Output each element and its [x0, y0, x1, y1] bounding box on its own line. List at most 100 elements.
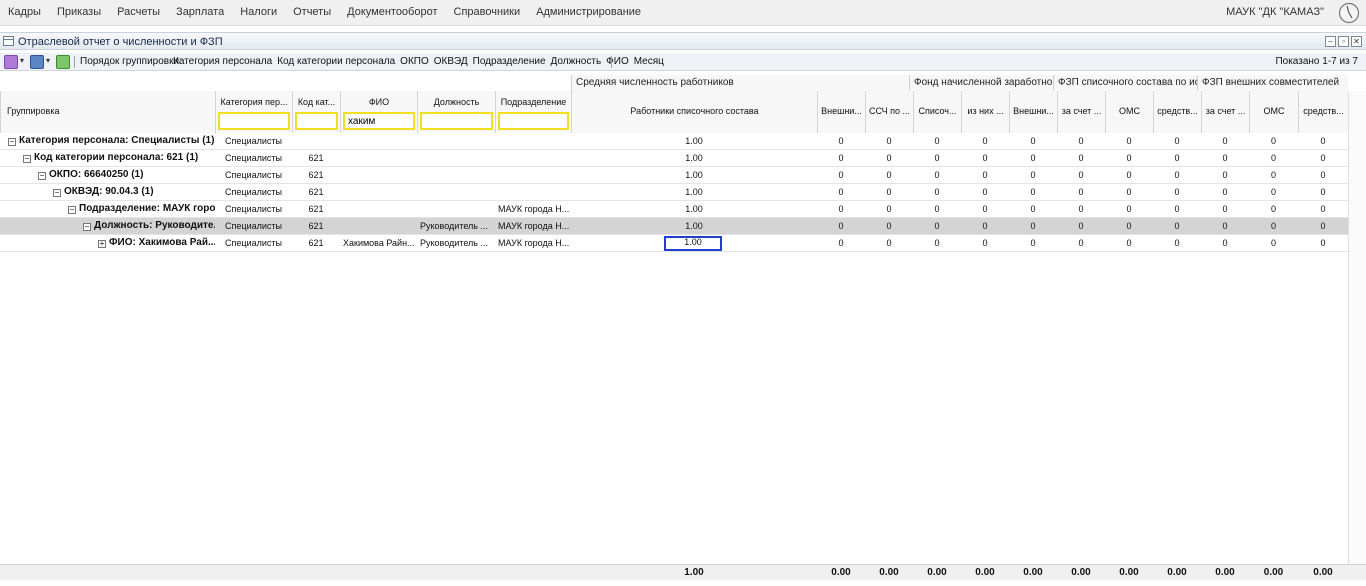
- group-item-month[interactable]: Месяц: [634, 56, 664, 67]
- collapse-icon[interactable]: −: [68, 206, 76, 214]
- menu-item-administrirovanie[interactable]: Администрирование: [536, 6, 641, 18]
- col-fio[interactable]: ФИО: [340, 91, 417, 133]
- group-cell[interactable]: − Код категории персонала: 621 (1): [23, 150, 215, 167]
- num-cell[interactable]: 0: [913, 150, 961, 167]
- num-cell[interactable]: 0: [1105, 133, 1153, 150]
- chevron-down-icon[interactable]: ▾: [20, 56, 24, 65]
- num-cell[interactable]: 0: [817, 218, 865, 235]
- num-cell[interactable]: 0: [1105, 235, 1153, 252]
- code-cell[interactable]: 621: [292, 218, 340, 235]
- num-cell[interactable]: 0: [1009, 235, 1057, 252]
- num-cell[interactable]: 0: [1009, 133, 1057, 150]
- num-cell[interactable]: 0: [1009, 150, 1057, 167]
- num-cell[interactable]: 0: [1153, 150, 1201, 167]
- division-cell[interactable]: МАУК города Н...: [495, 201, 571, 218]
- fio-cell[interactable]: Хакимова Райн...: [340, 235, 417, 252]
- num-cell[interactable]: 0: [913, 201, 961, 218]
- num-cell[interactable]: 0: [1249, 150, 1298, 167]
- num-cell[interactable]: 0: [865, 235, 913, 252]
- num-cell[interactable]: 0: [1105, 218, 1153, 235]
- num-cell[interactable]: 0: [1298, 235, 1348, 252]
- num-cell[interactable]: 0: [1201, 184, 1249, 201]
- num-cell[interactable]: 0: [1249, 201, 1298, 218]
- num-cell[interactable]: 0: [961, 201, 1009, 218]
- num-cell[interactable]: 0: [817, 201, 865, 218]
- col-3[interactable]: Списоч...: [913, 91, 961, 133]
- table-row[interactable]: − Категория персонала: Специалисты (1) Спе…: [0, 133, 1348, 150]
- num-cell[interactable]: 0: [865, 184, 913, 201]
- num-cell[interactable]: 0: [1298, 150, 1348, 167]
- col-5[interactable]: Внешни...: [1009, 91, 1057, 133]
- num-cell[interactable]: 0: [1201, 150, 1249, 167]
- col-2[interactable]: ССЧ по ...: [865, 91, 913, 133]
- col-8[interactable]: средств...: [1153, 91, 1201, 133]
- code-cell[interactable]: 621: [292, 235, 340, 252]
- num-cell[interactable]: 0: [1298, 201, 1348, 218]
- fio-cell[interactable]: [340, 167, 417, 184]
- col-1[interactable]: Внешни...: [817, 91, 865, 133]
- num-cell[interactable]: 0: [1153, 167, 1201, 184]
- category-cell[interactable]: Специалисты: [215, 218, 292, 235]
- fio-cell[interactable]: [340, 150, 417, 167]
- num-cell[interactable]: 0: [1057, 218, 1105, 235]
- num-cell[interactable]: 0: [1153, 184, 1201, 201]
- menu-item-spravochniki[interactable]: Справочники: [454, 6, 521, 18]
- group-item-okved[interactable]: ОКВЭД: [434, 56, 468, 67]
- code-cell[interactable]: [292, 133, 340, 150]
- num-cell[interactable]: 0: [1057, 184, 1105, 201]
- code-filter-input[interactable]: [295, 112, 338, 130]
- list-cell[interactable]: 1.00: [571, 201, 817, 218]
- col-9[interactable]: за счет ...: [1201, 91, 1249, 133]
- list-cell[interactable]: 1.00: [571, 167, 817, 184]
- num-cell[interactable]: 0: [961, 150, 1009, 167]
- menu-item-dokumentooborot[interactable]: Документооборот: [347, 6, 437, 18]
- menu-item-nalogi[interactable]: Налоги: [240, 6, 277, 18]
- group-cell[interactable]: − Подразделение: МАУК горо...: [68, 201, 215, 218]
- group-item-fio[interactable]: ФИО: [606, 56, 629, 67]
- fio-filter-input[interactable]: [343, 112, 415, 130]
- num-cell[interactable]: 0: [1057, 201, 1105, 218]
- division-cell[interactable]: [495, 133, 571, 150]
- num-cell[interactable]: 0: [1201, 201, 1249, 218]
- col-6[interactable]: за счет ...: [1057, 91, 1105, 133]
- code-cell[interactable]: 621: [292, 167, 340, 184]
- num-cell[interactable]: 0: [1249, 133, 1298, 150]
- num-cell[interactable]: 0: [1153, 218, 1201, 235]
- num-cell[interactable]: 0: [1298, 133, 1348, 150]
- expand-icon[interactable]: +: [98, 240, 106, 248]
- num-cell[interactable]: 0: [817, 150, 865, 167]
- collapse-icon[interactable]: −: [53, 189, 61, 197]
- menu-item-raschety[interactable]: Расчеты: [117, 6, 160, 18]
- num-cell[interactable]: 0: [1201, 167, 1249, 184]
- group-cell[interactable]: − Категория персонала: Специалисты (1): [8, 133, 215, 150]
- num-cell[interactable]: 0: [1201, 218, 1249, 235]
- group-cell[interactable]: + ФИО: Хакимова Рай...: [98, 235, 215, 252]
- num-cell[interactable]: 0: [1249, 235, 1298, 252]
- num-cell[interactable]: 0: [1105, 184, 1153, 201]
- group-item-okpo[interactable]: ОКПО: [400, 56, 429, 67]
- division-cell[interactable]: МАУК города Н...: [495, 218, 571, 235]
- collapse-icon[interactable]: −: [23, 155, 31, 163]
- num-cell[interactable]: 0: [1298, 167, 1348, 184]
- num-cell[interactable]: 0: [817, 167, 865, 184]
- group-cell[interactable]: − Должность: Руководите...: [83, 218, 215, 235]
- num-cell[interactable]: 0: [961, 218, 1009, 235]
- division-cell[interactable]: [495, 184, 571, 201]
- num-cell[interactable]: 0: [1298, 184, 1348, 201]
- col-list-staff[interactable]: Работники списочного состава: [571, 91, 817, 133]
- position-cell[interactable]: [417, 201, 495, 218]
- code-cell[interactable]: 621: [292, 150, 340, 167]
- col-10[interactable]: ОМС: [1249, 91, 1298, 133]
- fio-cell[interactable]: [340, 133, 417, 150]
- division-cell[interactable]: [495, 150, 571, 167]
- division-cell[interactable]: [495, 167, 571, 184]
- table-row[interactable]: − Код категории персонала: 621 (1) Специал…: [0, 150, 1348, 167]
- num-cell[interactable]: 0: [913, 133, 961, 150]
- code-cell[interactable]: 621: [292, 201, 340, 218]
- num-cell[interactable]: 0: [1249, 167, 1298, 184]
- num-cell[interactable]: 0: [1105, 150, 1153, 167]
- fio-cell[interactable]: [340, 201, 417, 218]
- menu-item-kadry[interactable]: Кадры: [8, 6, 41, 18]
- num-cell[interactable]: 0: [817, 133, 865, 150]
- position-cell[interactable]: [417, 150, 495, 167]
